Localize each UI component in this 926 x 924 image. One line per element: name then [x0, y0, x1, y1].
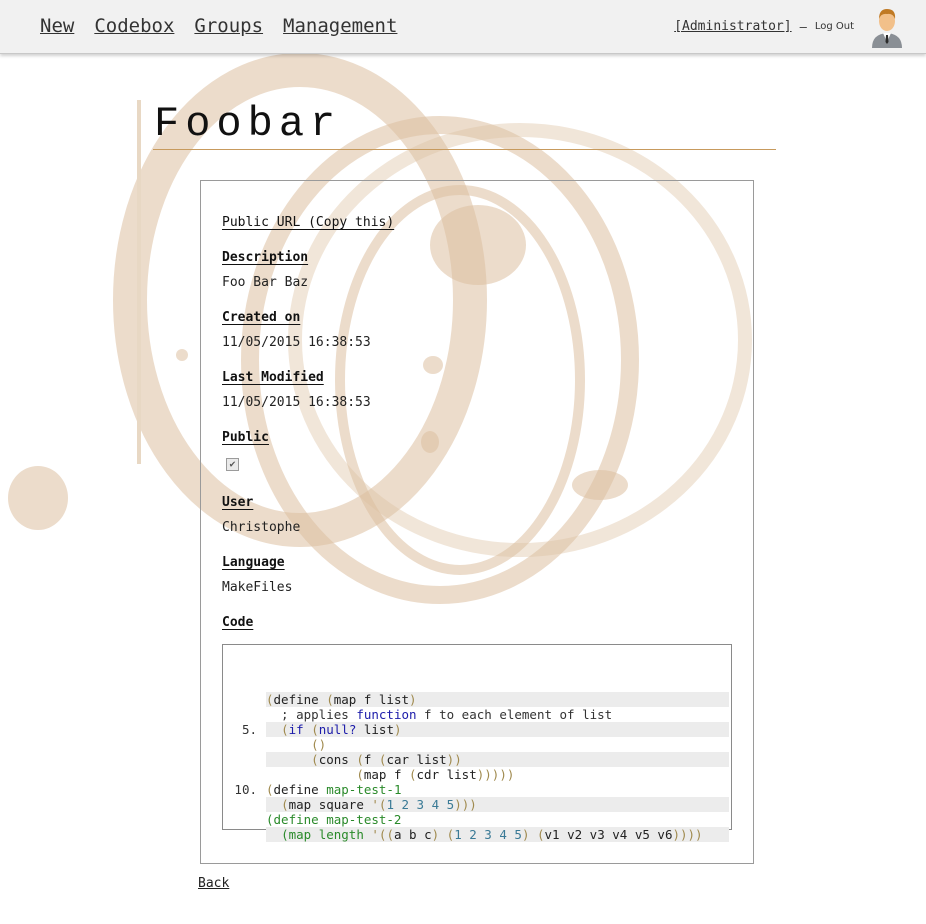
code-viewer[interactable]: (define (map f list) ; applies function …	[222, 644, 732, 842]
nav-new[interactable]: New	[40, 15, 74, 37]
public-checkbox[interactable]: ✔	[226, 458, 239, 471]
modified-label: Last Modified	[222, 370, 324, 385]
code-line: 5. ()	[223, 707, 731, 752]
language-value: MakeFiles	[222, 580, 293, 595]
page-title: Foobar	[154, 100, 342, 148]
code-line: (map length '((a b c) (1 2 3 4 5) (v1 v2…	[223, 797, 731, 842]
user-value: Christophe	[222, 520, 301, 535]
description-value: Foo Bar Baz	[222, 275, 309, 290]
code-text: (define map-test-2	[266, 812, 402, 827]
logout-link[interactable]: Log Out	[815, 21, 854, 32]
public-url-link[interactable]: Public URL (Copy this)	[222, 215, 394, 230]
code-text: (map length '((a b c) (1 2 3 4 5) (v1 v2…	[266, 827, 729, 842]
modified-value: 11/05/2015 16:38:53	[222, 395, 371, 410]
nav-management[interactable]: Management	[283, 15, 397, 37]
code-line: (if (null? list)	[223, 692, 731, 737]
code-line: (map f (cdr list)))))	[223, 737, 731, 782]
user-box: [Administrator] – Log Out	[674, 19, 854, 34]
created-label: Created on	[222, 310, 301, 325]
separator: –	[799, 19, 807, 34]
nav-codebox[interactable]: Codebox	[94, 15, 174, 37]
code-line: (define map-test-2	[223, 782, 731, 827]
user-role-link[interactable]: [Administrator]	[674, 19, 791, 34]
code-label: Code	[222, 615, 254, 630]
code-line: (define map-test-1	[223, 752, 731, 797]
language-label: Language	[222, 555, 285, 570]
nav-groups[interactable]: Groups	[194, 15, 263, 37]
title-divider	[153, 149, 776, 150]
user-label: User	[222, 495, 254, 510]
main-nav: New Codebox Groups Management	[40, 15, 397, 37]
code-line: ; applies function f to each element of …	[223, 677, 731, 722]
code-line: 10. (map square '(1 2 3 4 5)))	[223, 767, 731, 812]
public-label: Public	[222, 430, 269, 445]
code-line: (define (map f list)	[223, 662, 731, 707]
user-avatar-icon[interactable]	[870, 6, 904, 48]
code-line: (cons (f (car list))	[223, 722, 731, 767]
codebox-details-panel: Public URL (Copy this) Description Foo B…	[200, 180, 754, 864]
created-value: 11/05/2015 16:38:53	[222, 335, 371, 350]
back-link[interactable]: Back	[198, 876, 229, 891]
top-navigation-bar: New Codebox Groups Management [Administr…	[0, 0, 926, 54]
description-label: Description	[222, 250, 309, 265]
